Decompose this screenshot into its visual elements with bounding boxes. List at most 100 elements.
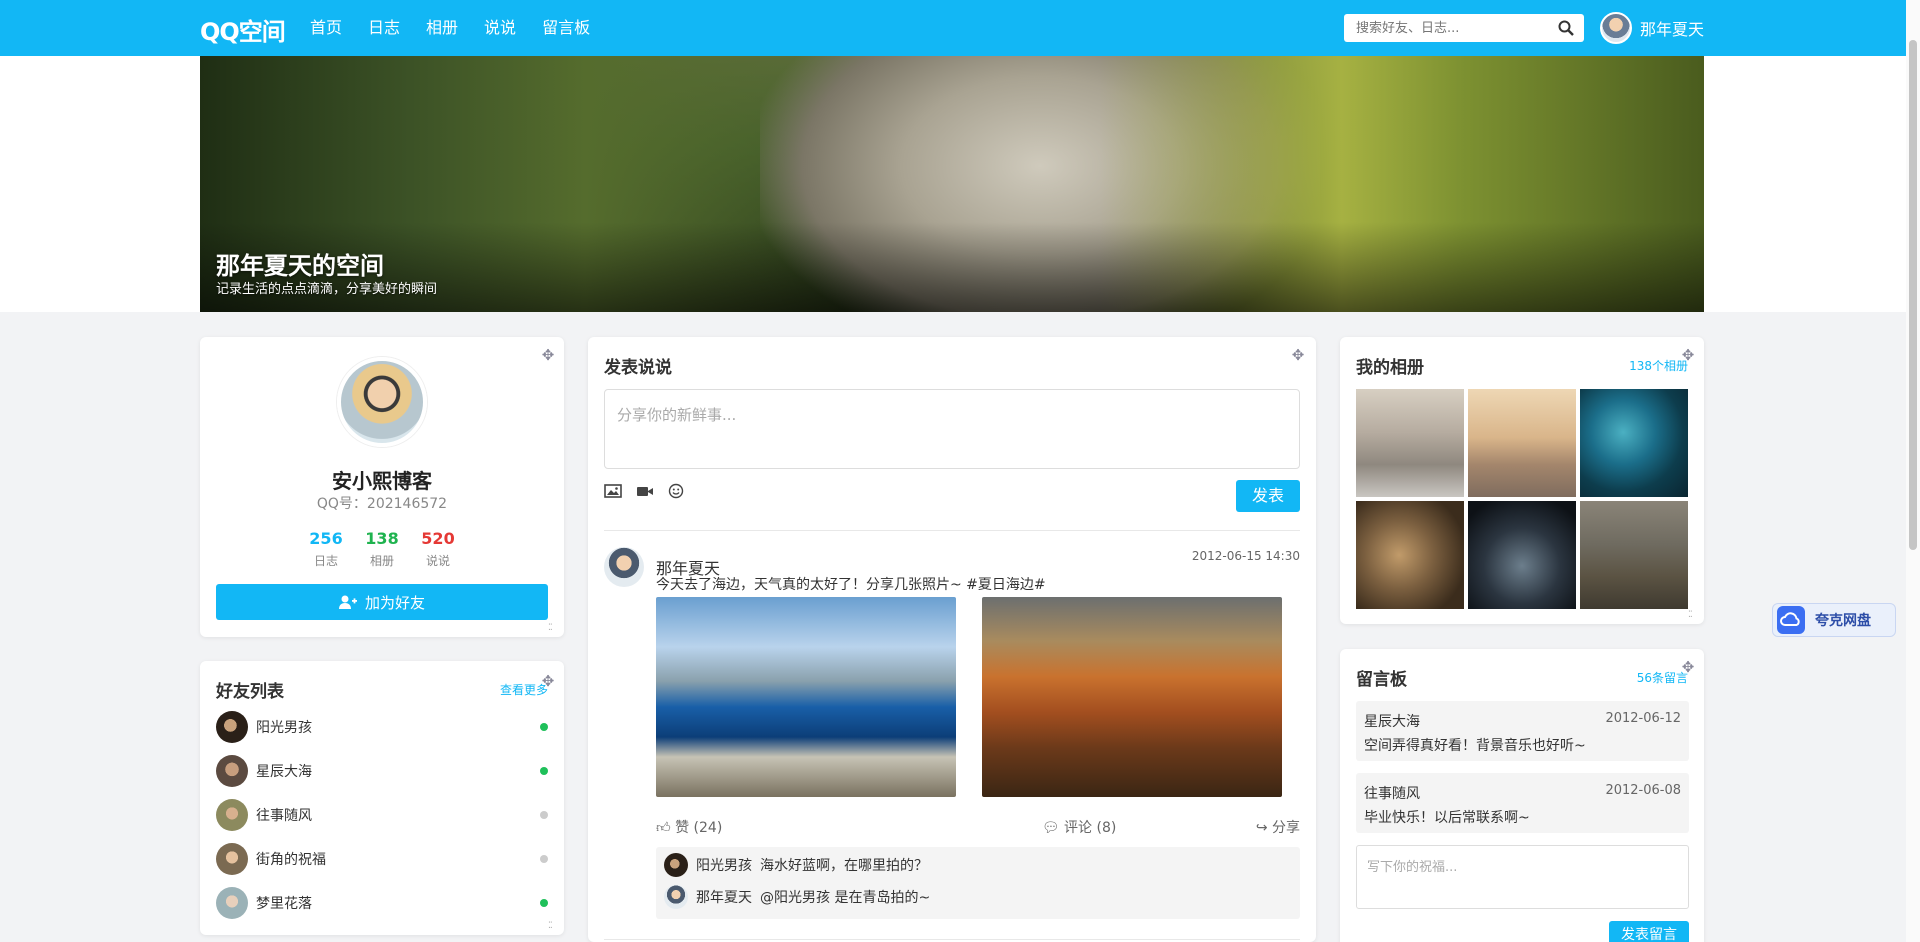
friend-item[interactable]: 阳光男孩 — [216, 711, 548, 743]
resize-handle-icon[interactable]: ⁚⁚ — [1688, 610, 1700, 622]
feed-actions: 👍︎ 赞 (24) 💬︎ 评论 (8) ↪ 分享 — [656, 817, 1300, 837]
image-icon[interactable] — [604, 483, 622, 499]
guestbook-message: 往事随风 2012-06-08 毕业快乐！以后常联系啊~ — [1356, 773, 1689, 833]
profile-card: ✥ 安小熙博客 QQ号：202146572 256 日志 138 相册 520 说说 … — [200, 337, 564, 637]
space-subtitle: 记录生活的点点滴滴，分享美好的瞬间 — [216, 282, 438, 297]
online-status-dot — [540, 899, 548, 907]
drag-handle-icon[interactable]: ✥ — [1290, 347, 1306, 363]
album-thumb[interactable] — [1580, 389, 1688, 497]
nav-home[interactable]: 首页 — [310, 0, 342, 56]
search-input[interactable] — [1344, 14, 1544, 42]
nav-blog[interactable]: 日志 — [368, 0, 400, 56]
stat-album[interactable]: 138 相册 — [364, 529, 400, 569]
message-date: 2012-06-12 — [1605, 711, 1681, 726]
message-text: 毕业快乐！以后常联系啊~ — [1364, 810, 1530, 826]
guestbook-textarea[interactable]: 写下你的祝福... — [1356, 845, 1689, 909]
stat-value: 256 — [309, 529, 343, 548]
profile-name: 安小熙博客 — [332, 469, 432, 493]
guestbook-card: 留言板 56条留言 ✥ 星辰大海 2012-06-12 空间弄得真好看！背景音乐… — [1340, 649, 1704, 942]
nav-guestbook[interactable]: 留言板 — [542, 0, 590, 56]
drag-handle-icon[interactable]: ✥ — [1680, 659, 1696, 675]
emoji-icon[interactable] — [668, 483, 686, 499]
stat-label: 说说 — [425, 554, 450, 568]
message-author[interactable]: 星辰大海 — [1364, 711, 1420, 731]
commenter-name[interactable]: 那年夏天 — [696, 887, 752, 907]
profile-avatar[interactable] — [337, 357, 427, 447]
friend-item[interactable]: 梦里花落 — [216, 887, 548, 919]
nav-album[interactable]: 相册 — [426, 0, 458, 56]
stat-shuoshuo[interactable]: 520 说说 — [420, 529, 456, 569]
guestbook-message: 星辰大海 2012-06-12 空间弄得真好看！背景音乐也好听~ — [1356, 701, 1689, 761]
album-thumb[interactable] — [1356, 389, 1464, 497]
drag-handle-icon[interactable]: ✥ — [540, 673, 556, 689]
friend-item[interactable]: 街角的祝福 — [216, 843, 548, 875]
user-avatar — [1600, 12, 1632, 44]
message-date: 2012-06-08 — [1605, 783, 1681, 798]
banner-shade — [200, 222, 1704, 312]
profile-stats: 256 日志 138 相册 520 说说 — [200, 529, 564, 569]
page-margin-left — [0, 56, 200, 312]
resize-handle-icon[interactable]: ⁚⁚ — [548, 623, 560, 635]
post-tools — [604, 483, 686, 499]
commenter-avatar[interactable] — [664, 885, 688, 909]
comment-list: 阳光男孩 海水好蓝啊，在哪里拍的？ 那年夏天 @阳光男孩 是在青岛拍的~ — [656, 847, 1300, 919]
album-thumb[interactable] — [1468, 501, 1576, 609]
add-friend-button[interactable]: 加为好友 — [216, 584, 548, 620]
current-user[interactable]: 那年夏天 — [1600, 12, 1704, 44]
search-icon[interactable] — [1558, 20, 1574, 36]
publish-button[interactable]: 发表 — [1236, 480, 1300, 512]
feed-card: 发表说说 ✥ 分享你的新鲜事... 发表 那年夏天 2012-06-15 14:… — [588, 337, 1316, 942]
stat-label: 日志 — [313, 554, 338, 568]
guestbook-title: 留言板 — [1356, 670, 1407, 690]
brand-logo[interactable]: QQ空间 — [200, 12, 286, 47]
friend-item[interactable]: 往事随风 — [216, 799, 548, 831]
stat-value: 138 — [365, 529, 399, 548]
user-name: 那年夏天 — [1640, 20, 1705, 39]
commenter-name[interactable]: 阳光男孩 — [696, 855, 752, 875]
friend-name: 街角的祝福 — [256, 852, 326, 868]
friend-avatar — [216, 887, 248, 919]
comment-text: @阳光男孩 是在青岛拍的~ — [760, 890, 931, 906]
profile-qq-number: QQ号：202146572 — [316, 496, 448, 512]
quark-drive-widget[interactable]: 夸克网盘 — [1772, 603, 1896, 637]
offline-status-dot — [540, 855, 548, 863]
post-textarea[interactable]: 分享你的新鲜事... — [604, 389, 1300, 469]
friend-name: 梦里花落 — [256, 896, 312, 912]
like-button[interactable]: 👍︎ 赞 (24) — [656, 817, 722, 837]
stat-blog[interactable]: 256 日志 — [308, 529, 344, 569]
comment-count: 评论 (8) — [1064, 820, 1117, 836]
feed-timestamp: 2012-06-15 14:30 — [1191, 549, 1300, 563]
cover-banner: 那年夏天的空间 记录生活的点点滴滴，分享美好的瞬间 — [200, 56, 1704, 312]
friend-avatar — [216, 711, 248, 743]
feed-photo-fjord[interactable] — [656, 597, 956, 797]
post-message-button[interactable]: 发表留言 — [1609, 921, 1689, 942]
comment-item: 那年夏天 @阳光男孩 是在青岛拍的~ — [664, 885, 930, 909]
nav-shuoshuo[interactable]: 说说 — [484, 0, 516, 56]
commenter-avatar[interactable] — [664, 853, 688, 877]
album-thumb[interactable] — [1580, 501, 1688, 609]
album-thumb[interactable] — [1468, 389, 1576, 497]
offline-status-dot — [540, 811, 548, 819]
album-card: 我的相册 138个相册 ✥ ⁚⁚ — [1340, 337, 1704, 624]
online-status-dot — [540, 767, 548, 775]
drag-handle-icon[interactable]: ✥ — [540, 347, 556, 363]
album-grid — [1356, 389, 1689, 609]
share-button[interactable]: ↪ 分享 — [1256, 817, 1300, 837]
video-icon[interactable] — [636, 483, 654, 499]
friend-item[interactable]: 星辰大海 — [216, 755, 548, 787]
message-author[interactable]: 往事随风 — [1364, 783, 1420, 803]
album-title: 我的相册 — [1356, 358, 1424, 378]
feed-photo-canyon[interactable] — [982, 597, 1282, 797]
comment-text: 海水好蓝啊，在哪里拍的？ — [760, 858, 928, 874]
scrollbar-thumb[interactable] — [1909, 40, 1917, 550]
friend-avatar — [216, 755, 248, 787]
album-thumb[interactable] — [1356, 501, 1464, 609]
page-scrollbar[interactable] — [1906, 0, 1920, 942]
author-avatar — [604, 547, 644, 587]
resize-handle-icon[interactable]: ⁚⁚ — [548, 921, 560, 933]
page-margin-right — [1704, 56, 1920, 312]
message-text: 空间弄得真好看！背景音乐也好听~ — [1364, 738, 1586, 754]
friend-name: 星辰大海 — [256, 764, 312, 780]
comment-button[interactable]: 💬︎ 评论 (8) — [1042, 817, 1117, 837]
drag-handle-icon[interactable]: ✥ — [1680, 347, 1696, 363]
